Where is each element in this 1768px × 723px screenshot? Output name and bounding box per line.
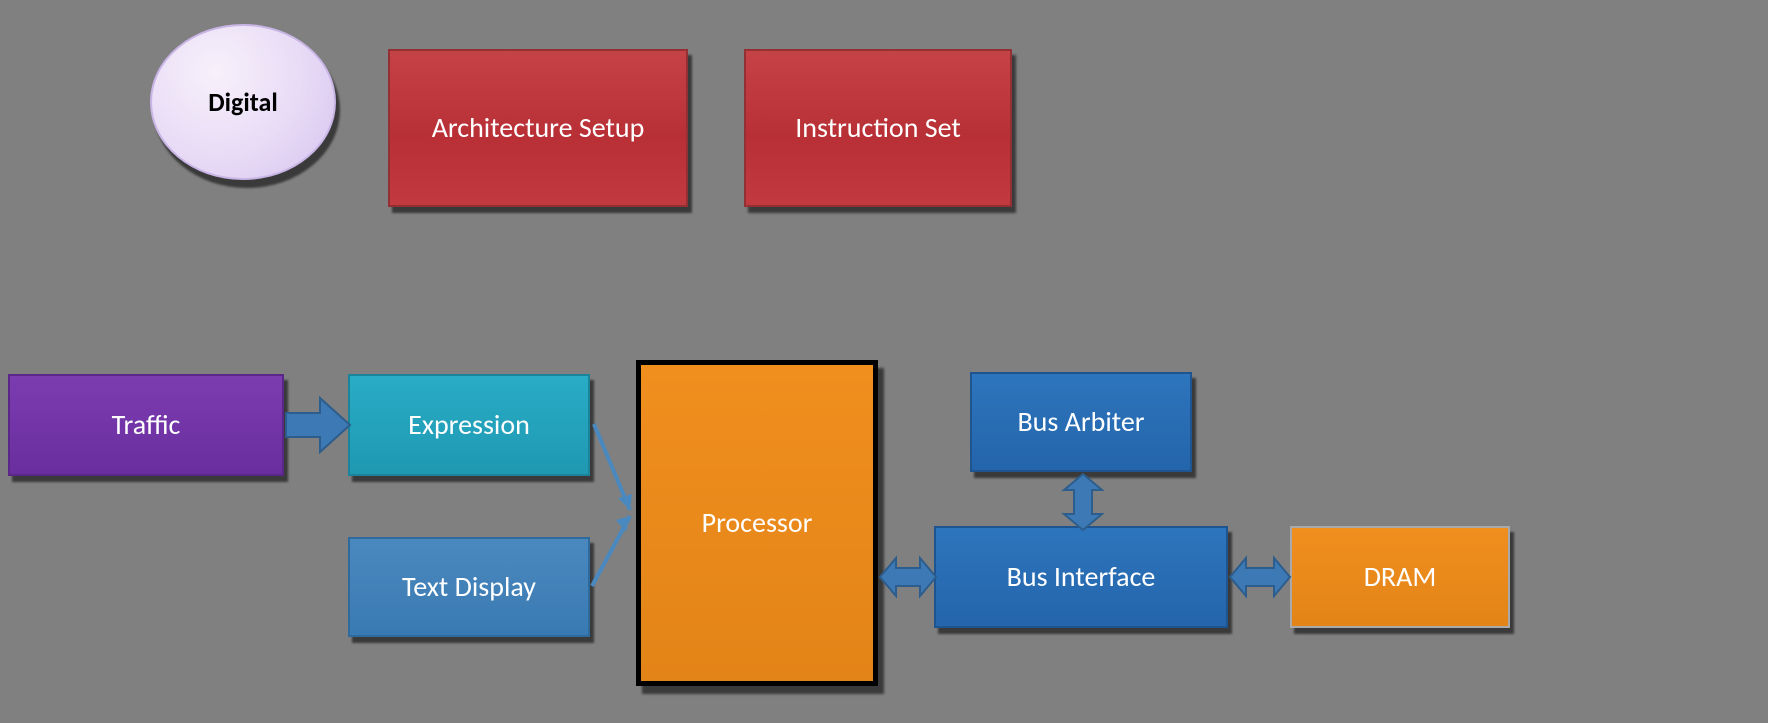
expression-node: Expression <box>348 374 590 476</box>
bus-arbiter-label: Bus Arbiter <box>1017 407 1144 438</box>
expression-label: Expression <box>408 410 530 441</box>
text-display-label: Text Display <box>402 572 536 603</box>
digital-node: Digital <box>150 24 336 180</box>
bus-interface-label: Bus Interface <box>1007 562 1156 593</box>
digital-label: Digital <box>208 88 277 117</box>
arrow-interface-dram <box>1230 552 1290 602</box>
diagram-canvas: Digital Architecture Setup Instruction S… <box>0 0 1768 723</box>
arrow-textdisplay-to-processor <box>588 504 668 604</box>
traffic-label: Traffic <box>112 410 181 441</box>
arrow-arbiter-interface <box>1058 474 1108 530</box>
text-display-node: Text Display <box>348 537 590 637</box>
arrow-traffic-to-expression <box>286 398 352 452</box>
architecture-setup-node: Architecture Setup <box>388 49 688 207</box>
processor-label: Processor <box>702 508 813 539</box>
bus-interface-node: Bus Interface <box>934 526 1228 628</box>
dram-label: DRAM <box>1364 562 1437 593</box>
instruction-set-label: Instruction Set <box>795 113 961 144</box>
traffic-node: Traffic <box>8 374 284 476</box>
architecture-setup-label: Architecture Setup <box>432 113 645 144</box>
instruction-set-node: Instruction Set <box>744 49 1012 207</box>
arrow-processor-businterface <box>880 552 936 602</box>
bus-arbiter-node: Bus Arbiter <box>970 372 1192 472</box>
dram-node: DRAM <box>1290 526 1510 628</box>
processor-node: Processor <box>636 360 878 686</box>
